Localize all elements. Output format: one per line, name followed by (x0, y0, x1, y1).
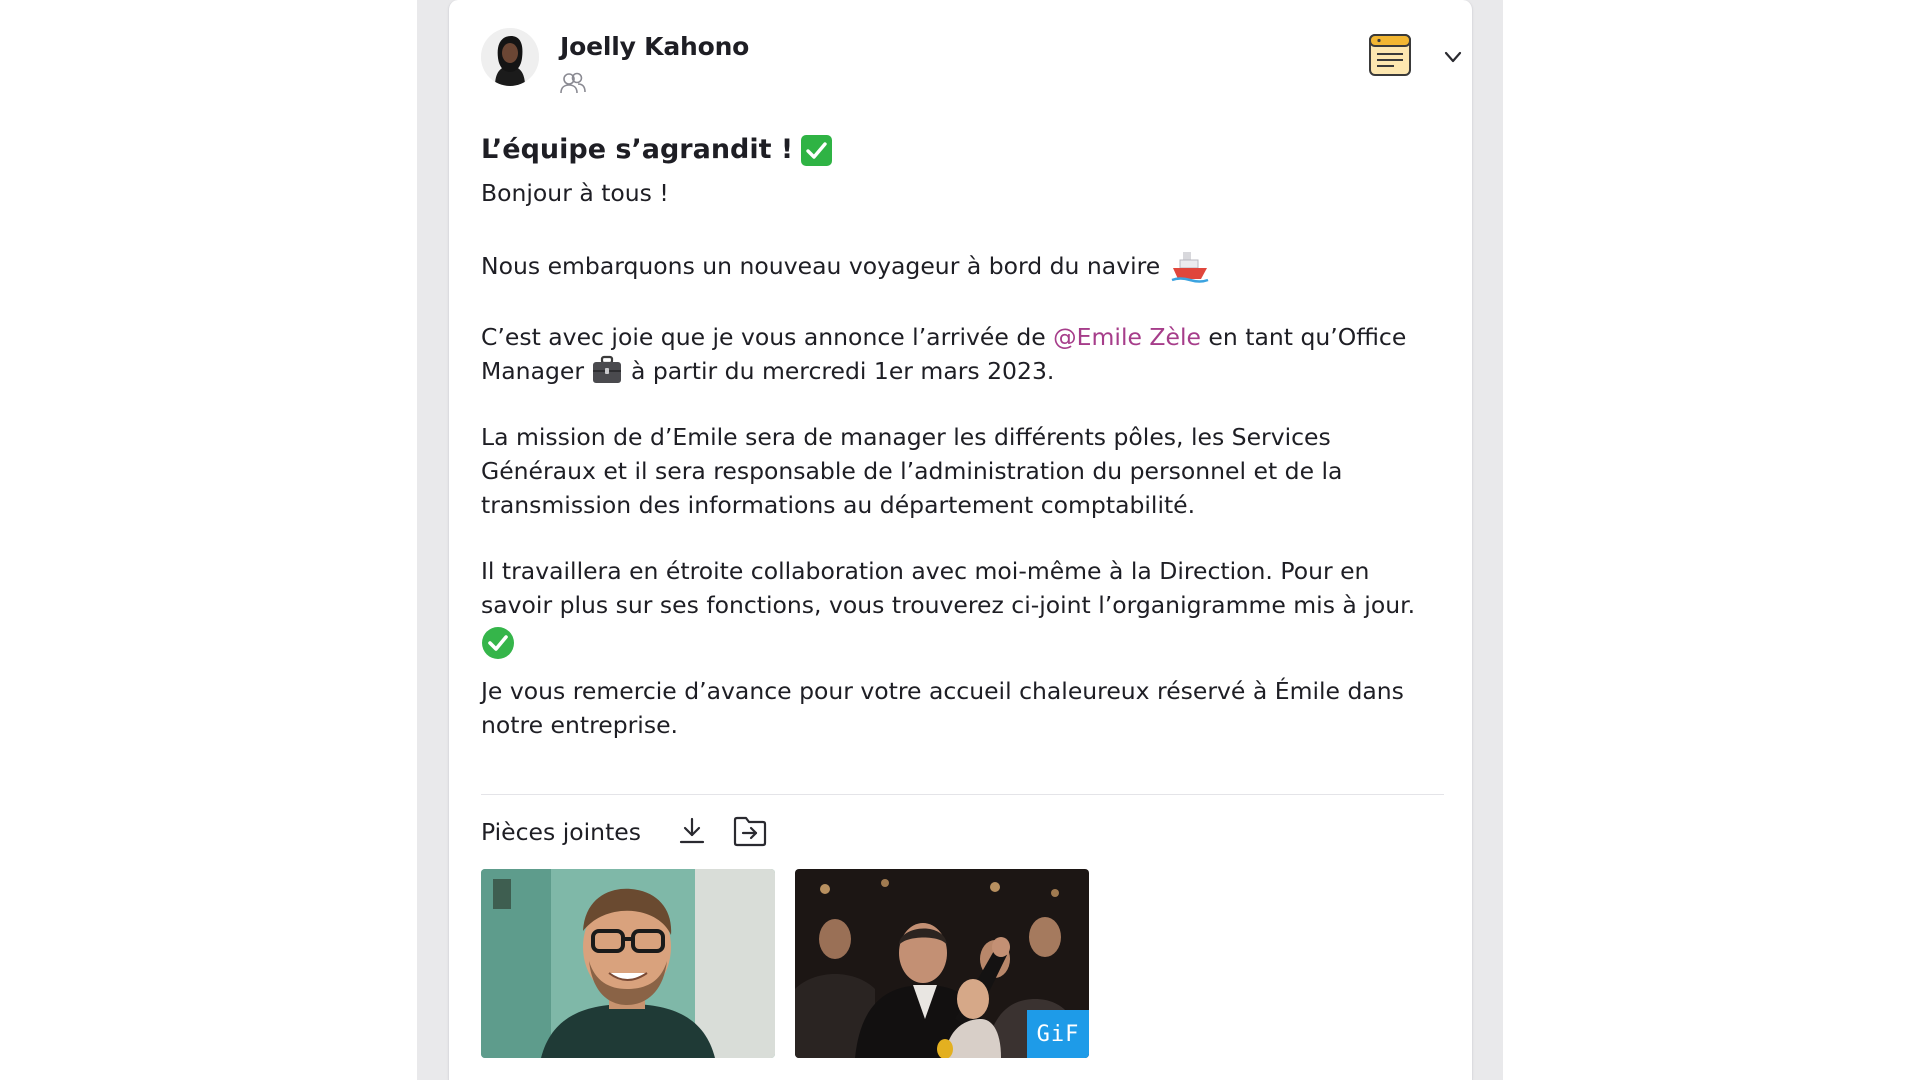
user-avatar-icon (481, 28, 539, 86)
welcome-paragraph: C’est avec joie que je vous annonce l’ar… (481, 320, 1446, 388)
move-to-folder-icon[interactable] (732, 814, 768, 848)
user-mention[interactable]: @Emile Zèle (1053, 323, 1201, 351)
post-header: Joelly Kahono (481, 28, 1462, 100)
attachments-label: Pièces jointes (481, 818, 641, 846)
portrait-photo-image (481, 869, 775, 1058)
post-title-text: L’équipe s’agrandit ! (481, 134, 794, 165)
briefcase-icon (593, 355, 622, 383)
check-circle-icon (482, 627, 514, 659)
boarding-paragraph: Nous embarquons un nouveau voyageur à bo… (481, 248, 1446, 284)
post-title: L’équipe s’agrandit ! (481, 130, 1446, 170)
divider (481, 794, 1444, 795)
boarding-text: Nous embarquons un nouveau voyageur à bo… (481, 252, 1161, 280)
collaboration-text: Il travaillera en étroite collaboration … (481, 557, 1416, 619)
post-card: Joelly Kahono L’équipe s’agrandit ! Bonj… (448, 0, 1473, 1080)
attachment-thumbnail-photo[interactable] (481, 869, 775, 1058)
greeting-text: Bonjour à tous ! (481, 179, 669, 207)
group-icon (560, 72, 586, 94)
attachment-thumbnail-gif[interactable]: GiF (795, 869, 1089, 1058)
thanks-paragraph: Je vous remercie d’avance pour votre acc… (481, 677, 1404, 739)
author-avatar[interactable] (481, 28, 539, 86)
attachments-header: Pièces jointes (481, 812, 881, 852)
welcome-text-start: C’est avec joie que je vous annonce l’ar… (481, 323, 1054, 351)
check-mark-icon (801, 134, 833, 166)
document-list-icon[interactable] (1368, 33, 1412, 77)
author-name[interactable]: Joelly Kahono (560, 32, 749, 61)
ship-icon (1171, 252, 1209, 283)
post-body: L’équipe s’agrandit ! Bonjour à tous ! N… (481, 130, 1446, 742)
welcome-text-end: à partir du mercredi 1er mars 2023. (623, 357, 1055, 385)
collaboration-paragraph: Il travaillera en étroite collaboration … (481, 554, 1446, 660)
chevron-down-icon[interactable] (1442, 46, 1464, 68)
download-icon[interactable] (676, 815, 708, 847)
mission-paragraph: La mission de d’Emile sera de manager le… (481, 423, 1343, 519)
gif-badge: GiF (1027, 1010, 1089, 1058)
